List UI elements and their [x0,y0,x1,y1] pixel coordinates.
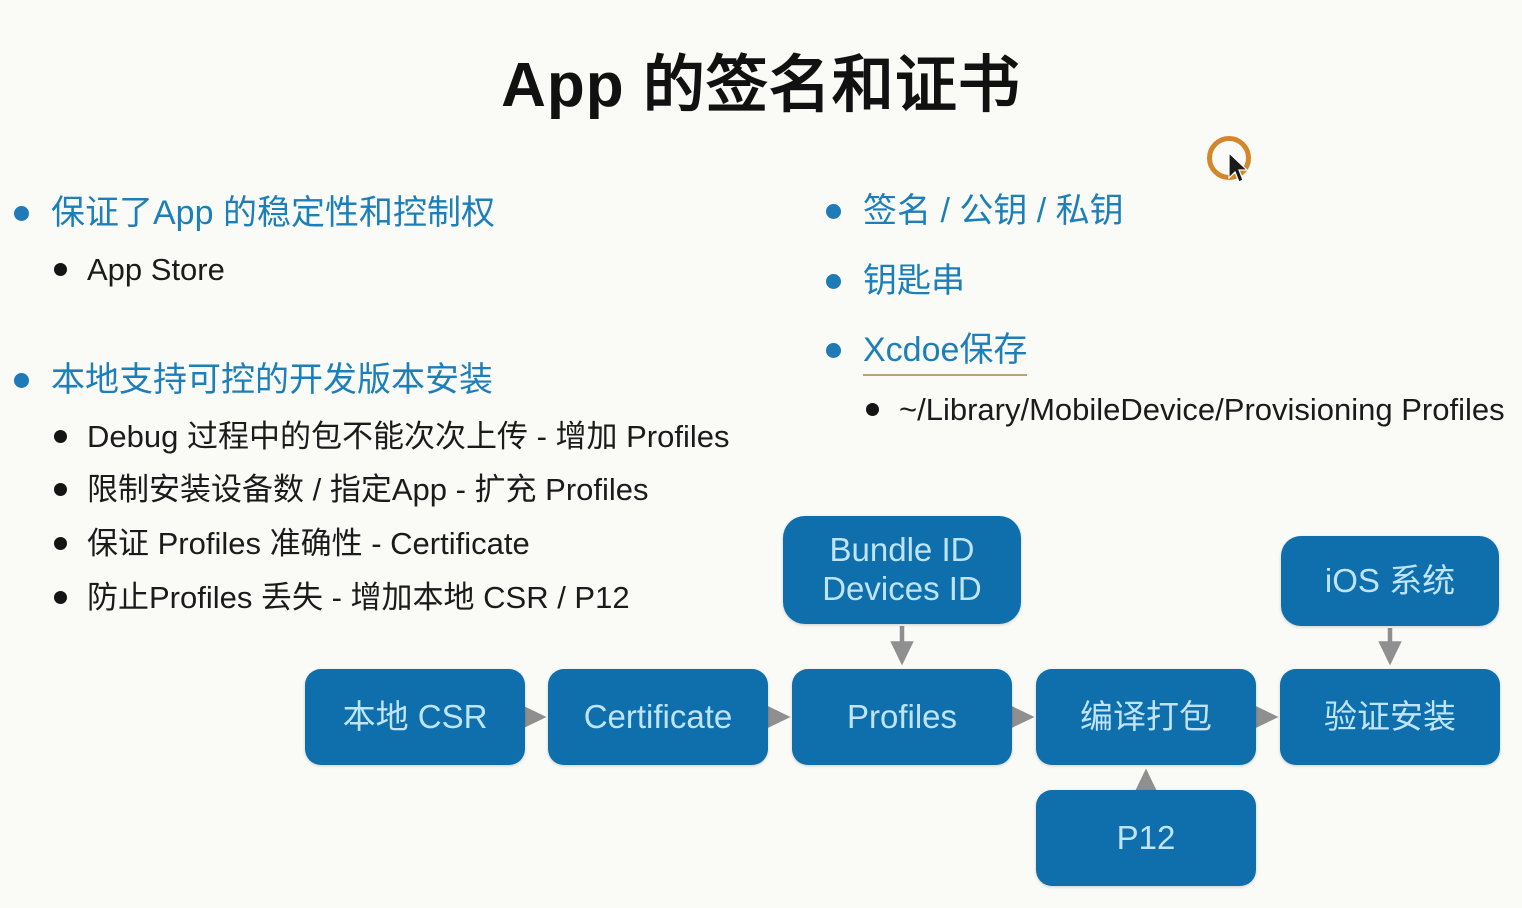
diagram-node-build-pack[interactable]: 编译打包 [1036,669,1256,765]
flow-diagram: Bundle ID Devices ID iOS 系统 本地 CSR Certi… [0,0,1522,908]
diagram-node-p12[interactable]: P12 [1036,790,1256,886]
diagram-node-profiles[interactable]: Profiles [792,669,1012,765]
diagram-node-local-csr[interactable]: 本地 CSR [305,669,525,765]
diagram-node-bundle-id[interactable]: Bundle ID Devices ID [783,516,1021,624]
diagram-arrows [522,626,1402,793]
diagram-node-certificate[interactable]: Certificate [548,669,768,765]
diagram-node-verify-install[interactable]: 验证安装 [1280,669,1500,765]
diagram-node-ios-system[interactable]: iOS 系统 [1281,536,1499,626]
presentation-slide: App 的签名和证书 保证了App 的稳定性和控制权 App Store 本地支… [0,0,1522,908]
